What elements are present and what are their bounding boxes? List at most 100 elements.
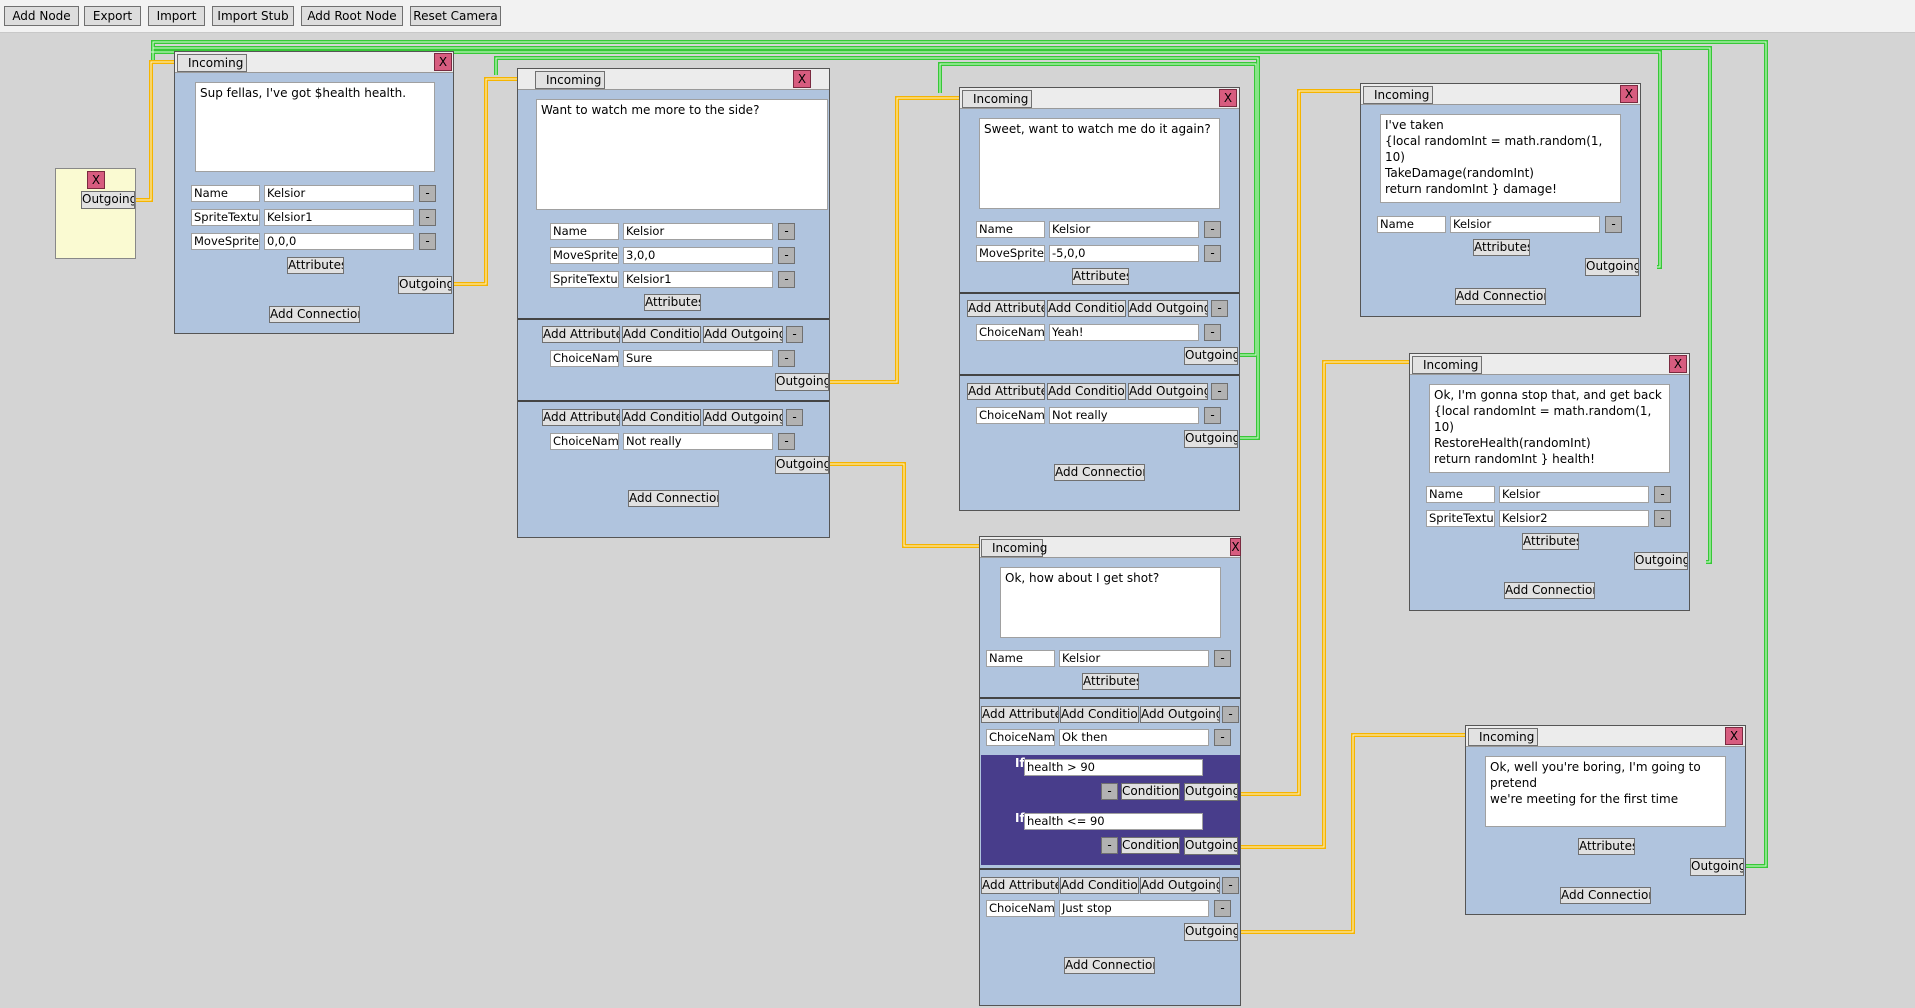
attr-name-label[interactable]: SpriteTexture	[550, 271, 619, 288]
add-condition-button[interactable]: Add Condition	[622, 409, 701, 426]
incoming-tab[interactable]: Incoming	[1412, 356, 1482, 374]
add-node-button[interactable]: Add Node	[4, 6, 79, 26]
outgoing-button[interactable]: Outgoing	[398, 276, 452, 294]
remove-attr-button[interactable]: -	[778, 223, 795, 240]
add-attribute-button[interactable]: Add Attribute	[967, 300, 1045, 317]
remove-attr-button[interactable]: -	[778, 271, 795, 288]
add-connection-button[interactable]: Add Connection	[1455, 288, 1546, 305]
choice-name-label[interactable]: ChoiceName	[976, 407, 1045, 424]
attr-value-field[interactable]: Kelsior	[1499, 486, 1649, 503]
choice-name-label[interactable]: ChoiceName	[986, 729, 1055, 746]
choice-name-label[interactable]: ChoiceName	[986, 900, 1055, 917]
close-button[interactable]: X	[1725, 727, 1743, 745]
conditions-button[interactable]: Conditions	[1121, 837, 1180, 854]
remove-choice-button[interactable]: -	[1222, 877, 1239, 894]
attr-name-label[interactable]: Name	[986, 650, 1055, 667]
remove-attr-button[interactable]: -	[1214, 650, 1231, 667]
add-attribute-button[interactable]: Add Attribute	[542, 326, 620, 343]
incoming-tab[interactable]: Incoming	[962, 90, 1032, 108]
dialogue-text[interactable]: Ok, well you're boring, I'm going to pre…	[1485, 756, 1726, 827]
add-outgoing-button[interactable]: Add Outgoing	[1128, 300, 1208, 317]
attributes-button[interactable]: Attributes	[1082, 673, 1139, 690]
add-connection-button[interactable]: Add Connection	[1054, 464, 1145, 481]
remove-attr-button[interactable]: -	[1654, 510, 1671, 527]
add-connection-button[interactable]: Add Connection	[269, 306, 360, 323]
outgoing-button[interactable]: Outgoing	[1184, 783, 1238, 801]
dialogue-text[interactable]: Ok, how about I get shot?	[1000, 567, 1221, 638]
remove-choice-button[interactable]: -	[1211, 383, 1228, 400]
outgoing-button[interactable]: Outgoing	[775, 373, 829, 391]
add-condition-button[interactable]: Add Condition	[1047, 383, 1126, 400]
choice-value-field[interactable]: Not really	[1049, 407, 1199, 424]
root-outgoing-button[interactable]: Outgoing	[81, 191, 135, 209]
add-outgoing-button[interactable]: Add Outgoing	[1128, 383, 1208, 400]
incoming-tab[interactable]: Incoming	[535, 71, 605, 89]
attr-value-field[interactable]: Kelsior2	[1499, 510, 1649, 527]
add-attribute-button[interactable]: Add Attribute	[967, 383, 1045, 400]
root-close-button[interactable]: X	[87, 171, 105, 189]
incoming-tab[interactable]: Incoming	[177, 54, 247, 72]
choice-value-field[interactable]: Yeah!	[1049, 324, 1199, 341]
add-condition-button[interactable]: Add Condition	[1060, 706, 1139, 723]
outgoing-button[interactable]: Outgoing	[1184, 430, 1238, 448]
choice-value-field[interactable]: Ok then	[1059, 729, 1209, 746]
remove-attr-button[interactable]: -	[778, 433, 795, 450]
close-button[interactable]: X	[1230, 538, 1241, 556]
reset-camera-button[interactable]: Reset Camera	[410, 6, 501, 26]
attr-name-label[interactable]: Name	[976, 221, 1045, 238]
add-attribute-button[interactable]: Add Attribute	[981, 706, 1059, 723]
outgoing-button[interactable]: Outgoing	[1585, 258, 1639, 276]
remove-choice-button[interactable]: -	[1222, 706, 1239, 723]
condition-field[interactable]: health <= 90	[1024, 813, 1203, 830]
dialogue-text[interactable]: Sweet, want to watch me do it again?	[979, 118, 1220, 209]
choice-value-field[interactable]: Not really	[623, 433, 773, 450]
attr-value-field[interactable]: Kelsior	[1059, 650, 1209, 667]
add-condition-button[interactable]: Add Condition	[1047, 300, 1126, 317]
import-button[interactable]: Import	[148, 6, 205, 26]
attr-value-field[interactable]: Kelsior	[1450, 216, 1600, 233]
dialogue-text[interactable]: Want to watch me more to the side?	[536, 99, 828, 210]
attr-name-label[interactable]: MoveSprite	[191, 233, 260, 250]
remove-attr-button[interactable]: -	[419, 209, 436, 226]
attr-name-label[interactable]: Name	[191, 185, 260, 202]
close-button[interactable]: X	[1620, 85, 1638, 103]
remove-attr-button[interactable]: -	[1605, 216, 1622, 233]
remove-attr-button[interactable]: -	[1214, 729, 1231, 746]
add-connection-button[interactable]: Add Connection	[628, 490, 719, 507]
attributes-button[interactable]: Attributes	[1473, 239, 1530, 256]
attr-value-field[interactable]: Kelsior	[623, 223, 773, 240]
add-attribute-button[interactable]: Add Attribute	[981, 877, 1059, 894]
attr-name-label[interactable]: MoveSprite	[550, 247, 619, 264]
choice-value-field[interactable]: Sure	[623, 350, 773, 367]
add-root-node-button[interactable]: Add Root Node	[301, 6, 403, 26]
add-connection-button[interactable]: Add Connection	[1064, 957, 1155, 974]
condition-field[interactable]: health > 90	[1024, 759, 1203, 776]
dialogue-text[interactable]: Ok, I'm gonna stop that, and get back {l…	[1429, 384, 1670, 473]
add-connection-button[interactable]: Add Connection	[1560, 887, 1651, 904]
add-condition-button[interactable]: Add Condition	[1060, 877, 1139, 894]
attr-value-field[interactable]: -5,0,0	[1049, 245, 1199, 262]
attr-name-label[interactable]: Name	[1377, 216, 1446, 233]
remove-choice-button[interactable]: -	[786, 326, 803, 343]
close-button[interactable]: X	[1669, 355, 1687, 373]
incoming-tab[interactable]: Incoming	[1363, 86, 1433, 104]
attr-value-field[interactable]: 0,0,0	[264, 233, 414, 250]
dialogue-text[interactable]: I've taken {local randomInt = math.rando…	[1380, 114, 1621, 203]
add-outgoing-button[interactable]: Add Outgoing	[703, 326, 783, 343]
remove-attr-button[interactable]: -	[1204, 245, 1221, 262]
attr-name-label[interactable]: Name	[550, 223, 619, 240]
remove-attr-button[interactable]: -	[778, 247, 795, 264]
add-condition-button[interactable]: Add Condition	[622, 326, 701, 343]
choice-value-field[interactable]: Just stop	[1059, 900, 1209, 917]
choice-name-label[interactable]: ChoiceName	[550, 433, 619, 450]
attr-value-field[interactable]: Kelsior	[1049, 221, 1199, 238]
add-outgoing-button[interactable]: Add Outgoing	[1140, 706, 1220, 723]
remove-attr-button[interactable]: -	[778, 350, 795, 367]
close-button[interactable]: X	[434, 53, 452, 71]
outgoing-button[interactable]: Outgoing	[1184, 923, 1238, 941]
attr-value-field[interactable]: Kelsior1	[264, 209, 414, 226]
close-button[interactable]: X	[1219, 89, 1237, 107]
outgoing-button[interactable]: Outgoing	[775, 456, 829, 474]
outgoing-button[interactable]: Outgoing	[1184, 347, 1238, 365]
attributes-button[interactable]: Attributes	[1072, 268, 1129, 285]
